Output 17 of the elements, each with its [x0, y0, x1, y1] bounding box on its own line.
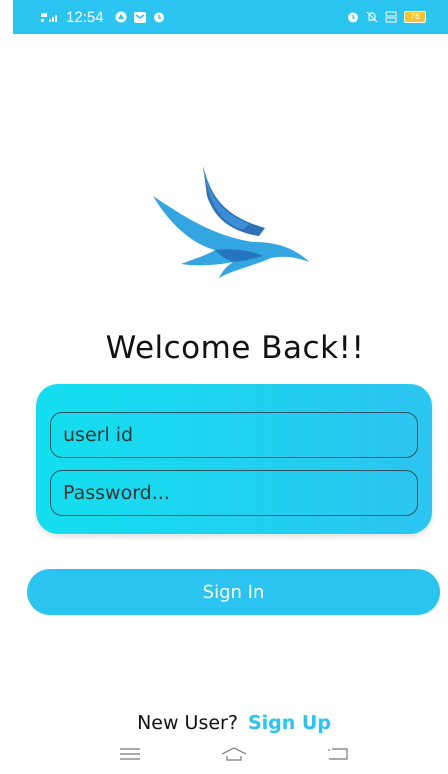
menu-icon[interactable]	[120, 748, 140, 760]
new-user-prompt: New User?	[137, 712, 238, 734]
user-id-field[interactable]: userl id	[50, 412, 418, 458]
home-icon[interactable]	[220, 747, 247, 761]
password-field[interactable]: Password...	[50, 470, 418, 516]
signal-icon	[41, 11, 59, 23]
app-icon	[114, 11, 127, 23]
mail-icon	[134, 12, 146, 22]
sign-in-button[interactable]: Sign In	[27, 569, 440, 615]
battery-icon: 76	[404, 11, 426, 23]
status-time: 12:54	[66, 8, 104, 26]
sign-up-link[interactable]: Sign Up	[248, 712, 331, 734]
mute-icon	[366, 11, 378, 23]
alarm-icon	[346, 11, 359, 23]
back-icon[interactable]	[328, 748, 348, 760]
welcome-title: Welcome Back!!	[104, 330, 366, 366]
alarm-icon	[152, 11, 165, 23]
